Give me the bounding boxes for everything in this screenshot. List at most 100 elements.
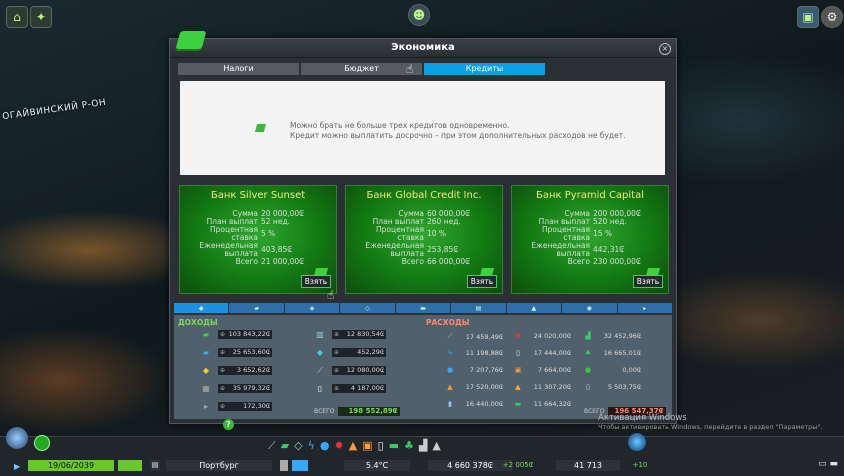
toll-icon: ⟋ <box>317 365 323 375</box>
income-row: ◆ 452,29₢ <box>310 347 386 357</box>
book-icon: ▯ <box>317 383 323 393</box>
value-total: 230 000,00₢ <box>593 257 641 266</box>
monuments-icon[interactable]: ▟ <box>419 439 427 453</box>
advisor-icon[interactable]: ✦ <box>30 6 52 28</box>
police-icon[interactable]: ▣ <box>362 439 372 453</box>
expense-row: ϟ 11 198,88₢ <box>446 349 503 357</box>
bank-card-silver-sunset: Банк Silver Sunset Сумма 20 000,00₢ План … <box>179 185 337 294</box>
watermark-line-2: Чтобы активировать Windows, перейдите в … <box>598 423 823 431</box>
expense-value: 0,00₢ <box>622 366 641 374</box>
income-value: 25 653,60₢ <box>218 347 272 357</box>
category-services-icon[interactable]: ◈ <box>284 303 340 313</box>
value-schedule: 260 нед. <box>427 217 461 226</box>
zoning-icon[interactable]: ▰ <box>281 439 289 453</box>
bulldozer-icon[interactable]: ▲ <box>432 439 440 453</box>
expense-row: ✹ 24 020,00₢ <box>514 332 571 340</box>
chirper-icon[interactable]: ☻ <box>408 4 430 26</box>
electricity-icon[interactable]: ϟ <box>308 439 315 453</box>
close-icon[interactable]: × <box>659 43 671 55</box>
water-icon: ● <box>446 366 454 374</box>
transport-icon[interactable]: ▬ <box>389 439 399 453</box>
windows-activation-watermark: Активация Windows Чтобы активировать Win… <box>598 414 822 432</box>
take-loan-button[interactable]: Взять <box>301 275 331 288</box>
label-weekly: Еженедельная выплата <box>199 241 258 258</box>
take-loan-button[interactable]: Взять <box>633 275 663 288</box>
commercial-icon: ▰ <box>202 347 210 357</box>
bank-terms: Сумма 200 000,00₢ План выплат 520 нед. Про… <box>516 210 641 266</box>
income-row: ▰ 25 653,60₢ <box>196 347 272 357</box>
play-icon[interactable]: ▶ <box>14 462 20 471</box>
industrial-icon: ◆ <box>202 365 210 375</box>
districts-icon[interactable]: ◇ <box>294 439 302 453</box>
milestone-icon[interactable] <box>628 433 646 451</box>
unlock-icon[interactable]: ⌂ <box>6 6 28 28</box>
expense-value: 17 520,00₢ <box>465 383 503 391</box>
category-industry-icon[interactable]: ◇ <box>340 303 395 313</box>
bank-card-pyramid-capital: Банк Pyramid Capital Сумма 200 000,00₢ Пл… <box>511 185 669 294</box>
help-icon[interactable]: ? <box>223 419 234 430</box>
category-overview-icon[interactable]: ◆ <box>174 303 229 313</box>
value-weekly: 403,85₢ <box>261 245 293 254</box>
value-weekly: 442,31₢ <box>593 245 625 254</box>
category-other-icon[interactable]: ▸ <box>617 303 672 313</box>
info-text: Можно брать не больше трех кредитов одно… <box>290 121 625 141</box>
info-icon[interactable]: ▤ <box>150 460 160 471</box>
tab-budget[interactable]: Бюджет <box>301 63 422 75</box>
fire-icon[interactable]: ▲ <box>349 439 357 453</box>
population: 41 713 <box>556 460 620 471</box>
category-tourism-icon[interactable]: ◉ <box>562 303 617 313</box>
tab-taxes[interactable]: Налоги <box>178 63 299 75</box>
income-value: 103 843,22₢ <box>218 329 272 339</box>
parks-icon[interactable]: ♣ <box>404 439 414 453</box>
loan-info-box: Можно брать не больше трех кредитов одно… <box>180 81 665 175</box>
education-icon[interactable]: ▯ <box>378 439 384 453</box>
tab-empty <box>547 63 668 75</box>
photo-mode-icon[interactable]: ▣ <box>797 6 819 28</box>
window-mode-icon[interactable]: ▭ ▬ <box>818 459 838 469</box>
value-schedule: 520 нед. <box>593 217 627 226</box>
bank-name: Банк Silver Sunset <box>210 190 306 201</box>
police-icon: ▮ <box>448 400 452 408</box>
expense-value: 16 440,00₢ <box>465 400 503 408</box>
tool-icons: ⟋ ▰ ◇ ϟ ● ✹ ▲ ▣ ▯ ▬ ♣ ▟ ▲ <box>268 439 441 453</box>
expense-row: ⟋ 17 459,49₢ <box>446 332 503 341</box>
income-value: 452,29₢ <box>332 347 386 357</box>
health-icon[interactable]: ✹ <box>335 439 344 453</box>
value-rate: 10 % <box>427 229 447 238</box>
bus-icon: ▬ <box>514 400 522 408</box>
meter-bar <box>280 460 288 471</box>
expense-row: ▮ 16 440,00₢ <box>446 400 503 408</box>
value-total: 66 000,00₢ <box>427 257 470 266</box>
tab-loans[interactable]: Кредиты <box>424 63 545 75</box>
globe-icon[interactable] <box>6 427 28 449</box>
bank-card-global-credit: Банк Global Credit Inc. Сумма 60 000,00₢ … <box>345 185 503 294</box>
tree-icon: ♣ <box>584 349 592 357</box>
expense-row: ▟ 32 452,96₢ <box>584 332 641 340</box>
category-transport-icon[interactable]: ▬ <box>395 303 451 313</box>
roads-icon[interactable]: ⟋ <box>268 439 276 453</box>
residential-icon: ▰ <box>202 329 210 339</box>
take-loan-button[interactable]: Взять <box>467 275 497 288</box>
label-weekly: Еженедельная выплата <box>365 241 424 258</box>
document-icon: ▯ <box>586 383 590 391</box>
transport-icon: ▥ <box>316 329 324 339</box>
category-zones-icon[interactable]: ▰ <box>229 303 284 313</box>
speed-indicator[interactable] <box>118 460 142 471</box>
warning-icon: ▲ <box>515 383 521 391</box>
budget-category-bar: ◆ ▰ ◈ ◇ ▬ ▤ ▲ ◉ ▸ <box>174 303 672 313</box>
garbage-icon: ▣ <box>514 366 522 374</box>
expense-value: 5 503,75₢ <box>607 383 641 391</box>
zone-icon[interactable] <box>34 435 50 451</box>
expense-row: ▬ 11 664,32₢ <box>514 400 571 408</box>
hand-cursor-icon: ☝ <box>406 62 414 76</box>
city-name[interactable]: Портбург <box>166 460 272 471</box>
expense-row: ♣ 16 665,01₢ <box>584 349 641 357</box>
category-parks-icon[interactable]: ▲ <box>506 303 562 313</box>
category-education-icon[interactable]: ▤ <box>451 303 506 313</box>
water-icon[interactable]: ● <box>320 439 330 453</box>
bank-name: Банк Global Credit Inc. <box>366 190 482 201</box>
settings-gear-icon[interactable]: ⚙ <box>821 6 843 28</box>
income-value: 12 080,00₢ <box>332 365 386 375</box>
money-icon <box>254 124 267 132</box>
expenses-label: РАСХОДЫ <box>426 318 470 327</box>
